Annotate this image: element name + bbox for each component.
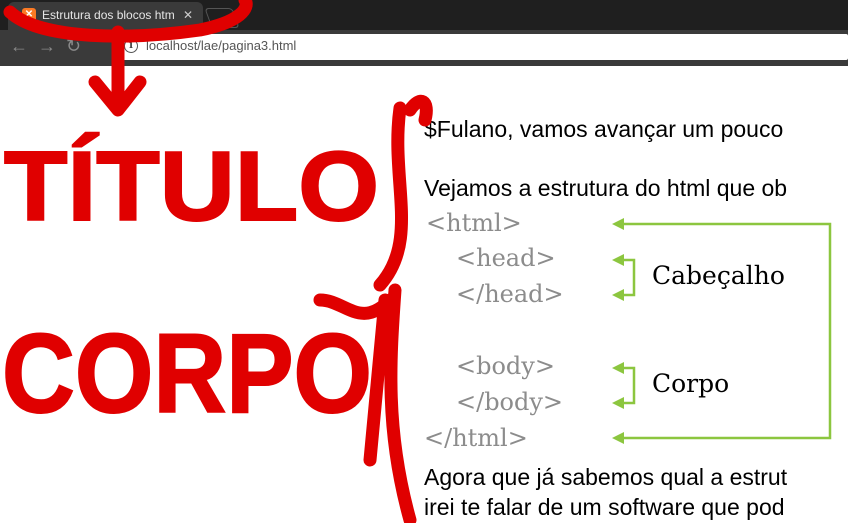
forward-icon[interactable]: →	[38, 36, 56, 56]
arrow-head	[612, 254, 624, 266]
paragraph-next: Agora que já sabemos qual a estrut	[424, 464, 788, 490]
structure-arrows	[612, 218, 832, 444]
arrow-head	[612, 362, 624, 374]
info-icon[interactable]: i	[124, 39, 138, 53]
close-icon[interactable]: ✕	[183, 2, 193, 28]
new-tab-button[interactable]	[204, 8, 240, 28]
tab-title: Estrutura dos blocos htm	[42, 8, 175, 22]
head-bracket-line	[620, 258, 636, 297]
address-bar[interactable]: i localhost/lae/pagina3.html	[116, 34, 848, 60]
arrow-head	[612, 432, 624, 444]
arrow-head	[612, 397, 624, 409]
arrow-head	[612, 218, 624, 230]
back-icon[interactable]: ←	[10, 36, 28, 56]
browser-chrome: ✕ Estrutura dos blocos htm ✕ ← → ↻ i loc…	[0, 0, 848, 66]
toolbar: ← → ↻ i localhost/lae/pagina3.html	[0, 30, 848, 66]
url-text: localhost/lae/pagina3.html	[146, 38, 297, 53]
reload-icon[interactable]: ↻	[66, 36, 81, 56]
html-bracket-line	[620, 222, 832, 440]
tab-strip: ✕ Estrutura dos blocos htm ✕	[0, 0, 848, 30]
xampp-icon: ✕	[22, 8, 36, 22]
page-content: $Fulano, vamos avançar um pouco Vejamos …	[0, 66, 848, 523]
paragraph-software: irei te falar de um software que pod	[424, 494, 785, 520]
browser-tab[interactable]: ✕ Estrutura dos blocos htm ✕	[8, 2, 203, 30]
body-bracket-line	[620, 366, 636, 405]
arrow-head	[612, 289, 624, 301]
